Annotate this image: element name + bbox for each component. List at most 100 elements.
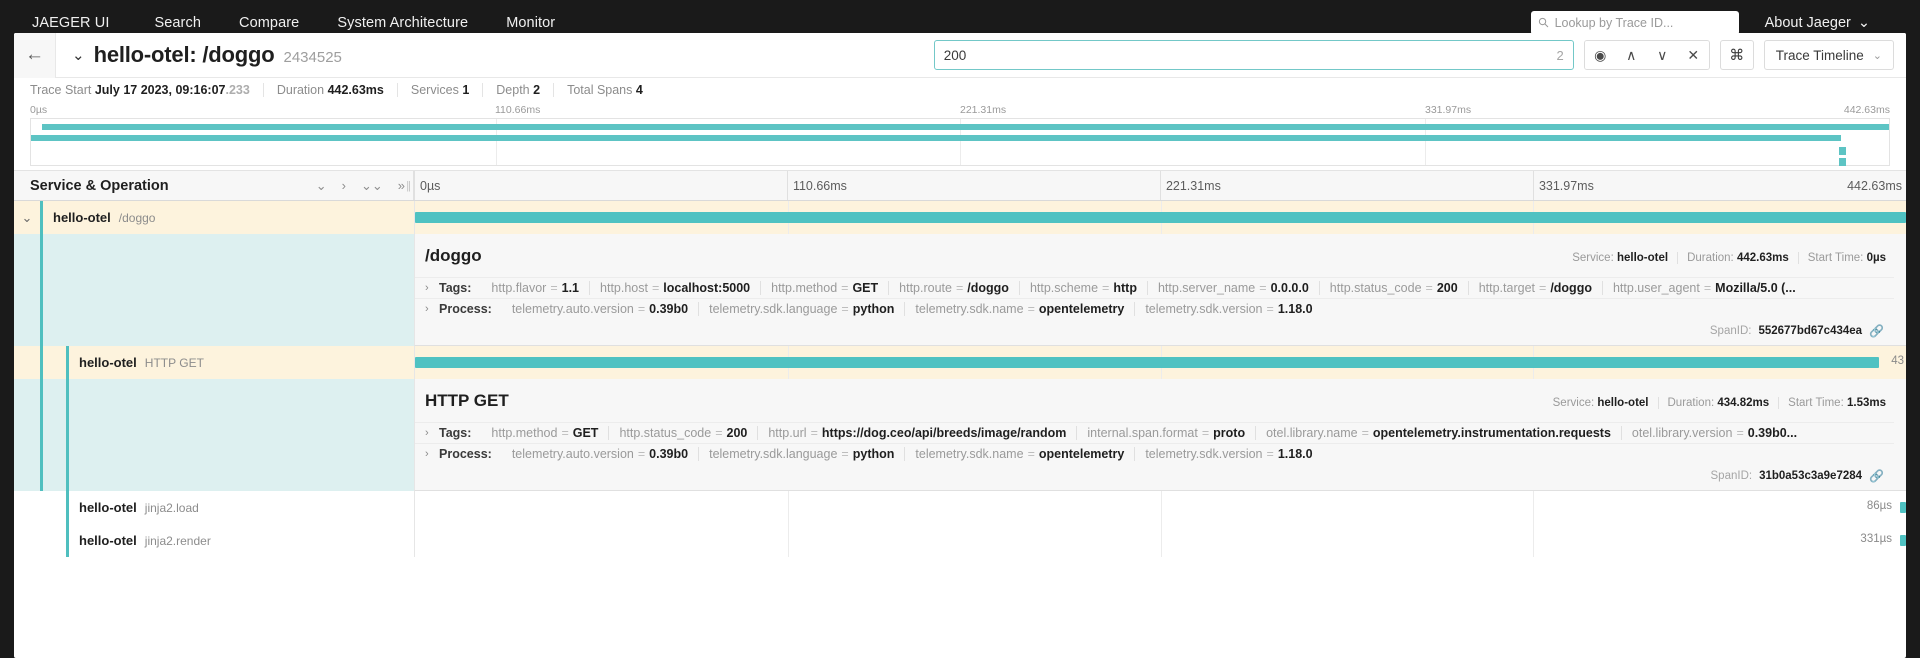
- span-search-result-count: 2: [1556, 47, 1564, 63]
- span-search-input[interactable]: 200 2: [933, 40, 1574, 70]
- tag-item: http.scheme = http: [1020, 281, 1148, 295]
- span-duration-label: 86µs: [1866, 500, 1892, 512]
- chevron-down-icon: ⌄: [1857, 14, 1870, 31]
- trace-id: 2434525: [283, 49, 342, 66]
- span-duration-bar[interactable]: [1900, 502, 1906, 513]
- span-duration-bar[interactable]: [1900, 535, 1906, 546]
- navbar-right-group: Lookup by Trace ID... About Jaeger ⌄: [1530, 10, 1896, 35]
- trace-header: ← ⌄ hello-otel: /doggo 2434525 200 2 ◉ ∧…: [14, 33, 1906, 78]
- chevron-right-icon[interactable]: ›: [425, 282, 439, 294]
- span-names: hello-otel jinja2.render: [69, 533, 211, 548]
- process-label: Process:: [439, 302, 492, 316]
- span-detail-gutter: [14, 234, 414, 346]
- chevron-down-icon[interactable]: ⌄: [14, 210, 40, 226]
- search-icon: [1538, 17, 1548, 28]
- table-row[interactable]: ⌄ hello-otel /doggo: [14, 201, 1906, 234]
- span-operation-name: jinja2.load: [144, 501, 199, 515]
- trace-summary: Trace Start July 17 2023, 09:16:07.233 D…: [14, 78, 1906, 102]
- tag-item: http.method = GET: [761, 281, 890, 295]
- span-color-bar: [66, 379, 69, 491]
- link-icon[interactable]: 🔗: [1869, 324, 1884, 338]
- search-nav-button-group: ◉ ∧ ∨ ✕: [1583, 40, 1710, 70]
- chevron-right-icon[interactable]: ›: [425, 303, 439, 315]
- chevron-down-icon: ⌄: [1872, 49, 1882, 62]
- next-match-icon[interactable]: ∨: [1646, 41, 1678, 69]
- trace-id-lookup-input[interactable]: Lookup by Trace ID...: [1530, 10, 1739, 35]
- span-detail-meta: Service: hello-otel Duration: 434.82ms S…: [1544, 397, 1888, 409]
- span-tags-row[interactable]: › Tags: http.flavor = 1.1 http.host = localh…: [415, 277, 1894, 298]
- tag-item: http.route =/doggo: [889, 281, 1020, 295]
- span-row-label-jinja2-render[interactable]: hello-otel jinja2.render: [14, 524, 414, 557]
- span-row-bar-area[interactable]: 86µs: [414, 491, 1906, 524]
- span-duration-label: 43: [1891, 355, 1904, 367]
- service-operation-column-header: Service & Operation ⌄ › ⌄⌄ » ||: [14, 171, 414, 200]
- about-jaeger-menu[interactable]: About Jaeger ⌄: [1743, 15, 1896, 31]
- summary-label: Services: [410, 83, 459, 97]
- tag-item: http.host = localhost:5000: [590, 281, 762, 295]
- summary-value: 4: [635, 83, 643, 97]
- chevron-right-icon[interactable]: ›: [425, 427, 439, 439]
- minimap-body[interactable]: [30, 118, 1890, 166]
- collapse-one-icon[interactable]: ⌄: [316, 178, 327, 194]
- collapse-caret-icon[interactable]: ⌄: [72, 46, 85, 64]
- span-duration-bar[interactable]: [415, 357, 1880, 368]
- minimap-tick: 110.66ms: [495, 104, 541, 116]
- process-item: telemetry.sdk.language = python: [699, 302, 906, 316]
- clear-search-icon[interactable]: ✕: [1677, 41, 1709, 69]
- summary-services: Services 1: [410, 83, 484, 97]
- span-id-row: SpanID: 31b0a53c3a9e7284 🔗: [415, 464, 1894, 490]
- span-row-label-doggo[interactable]: ⌄ hello-otel /doggo: [14, 201, 414, 234]
- table-row[interactable]: hello-otel HTTP GET 43: [14, 346, 1906, 379]
- chevron-right-icon[interactable]: ›: [425, 448, 439, 460]
- span-service-name: hello-otel: [79, 533, 137, 548]
- table-row[interactable]: hello-otel jinja2.render 331µs: [14, 524, 1906, 557]
- table-row[interactable]: hello-otel jinja2.load 86µs: [14, 491, 1906, 524]
- span-color-bar: [40, 234, 43, 346]
- span-process-row[interactable]: › Process: telemetry.auto.version = 0.39b0…: [415, 298, 1894, 319]
- span-detail-meta: Service: hello-otel Duration: 442.63ms S…: [1563, 252, 1888, 264]
- summary-total-spans: Total Spans 4: [567, 83, 656, 97]
- trace-title-group: ⌄ hello-otel: /doggo 2434525: [56, 42, 342, 68]
- span-operation-name: /doggo: [118, 211, 156, 225]
- tag-item: http.user_agent = Mozilla/5.0 (...: [1612, 281, 1796, 295]
- timeline-tick: 0µs: [420, 179, 441, 193]
- tag-item: http.status_code = 200: [609, 426, 759, 440]
- process-label: Process:: [439, 447, 492, 461]
- process-item: telemetry.sdk.language = python: [699, 447, 906, 461]
- span-detail-gutter: [14, 379, 414, 491]
- column-resize-handle[interactable]: ||: [406, 180, 411, 192]
- span-row-label-http-get[interactable]: hello-otel HTTP GET: [14, 346, 414, 379]
- span-row-bar-area[interactable]: 331µs: [414, 524, 1906, 557]
- minimap-tick-labels: 0µs 110.66ms 221.31ms 331.97ms 442.63ms: [30, 102, 1890, 118]
- summary-label: Total Spans: [567, 83, 633, 97]
- back-button[interactable]: ←: [14, 33, 56, 78]
- focus-matches-icon[interactable]: ◉: [1584, 41, 1616, 69]
- view-mode-select[interactable]: Trace Timeline ⌄: [1763, 40, 1894, 70]
- summary-suffix: .233: [225, 83, 250, 97]
- span-row-bar-area[interactable]: 43: [414, 346, 1906, 379]
- link-icon[interactable]: 🔗: [1869, 469, 1884, 483]
- span-row-label-jinja2-load[interactable]: hello-otel jinja2.load: [14, 491, 414, 524]
- collapse-all-icon[interactable]: ⌄⌄: [361, 178, 383, 194]
- timeline-tick: 331.97ms: [1538, 179, 1594, 193]
- tag-item: http.server_name = 0.0.0.0: [1148, 281, 1320, 295]
- tag-item: otel.library.version = 0.39b0...: [1631, 426, 1798, 440]
- timeline-gridline: [787, 171, 788, 200]
- span-process-row[interactable]: › Process: telemetry.auto.version = 0.39b0…: [415, 443, 1894, 464]
- summary-duration: Duration 442.63ms: [277, 83, 398, 97]
- process-list: telemetry.auto.version = 0.39b0 telemetry.…: [502, 302, 1323, 316]
- keyboard-shortcuts-button[interactable]: ⌘: [1719, 40, 1754, 70]
- expand-all-icon[interactable]: »: [398, 178, 405, 194]
- tags-list: http.flavor = 1.1 http.host = localhost:5000…: [481, 281, 1805, 295]
- prev-match-icon[interactable]: ∧: [1615, 41, 1647, 69]
- process-item: telemetry.sdk.name = opentelemetry: [905, 447, 1136, 461]
- expand-one-icon[interactable]: ›: [342, 178, 346, 194]
- span-tags-row[interactable]: › Tags: http.method = GET http.status_code…: [415, 422, 1894, 443]
- span-duration-bar[interactable]: [415, 212, 1906, 223]
- trace-minimap[interactable]: 0µs 110.66ms 221.31ms 331.97ms 442.63ms: [14, 102, 1906, 170]
- minimap-tick: 442.63ms: [1843, 104, 1890, 116]
- span-row-bar-area[interactable]: [414, 201, 1906, 234]
- timeline-tick-header: 0µs 110.66ms 221.31ms 331.97ms 442.63ms: [414, 171, 1906, 200]
- process-list: telemetry.auto.version = 0.39b0 telemetry.…: [502, 447, 1323, 461]
- span-operation-name: HTTP GET: [144, 356, 204, 370]
